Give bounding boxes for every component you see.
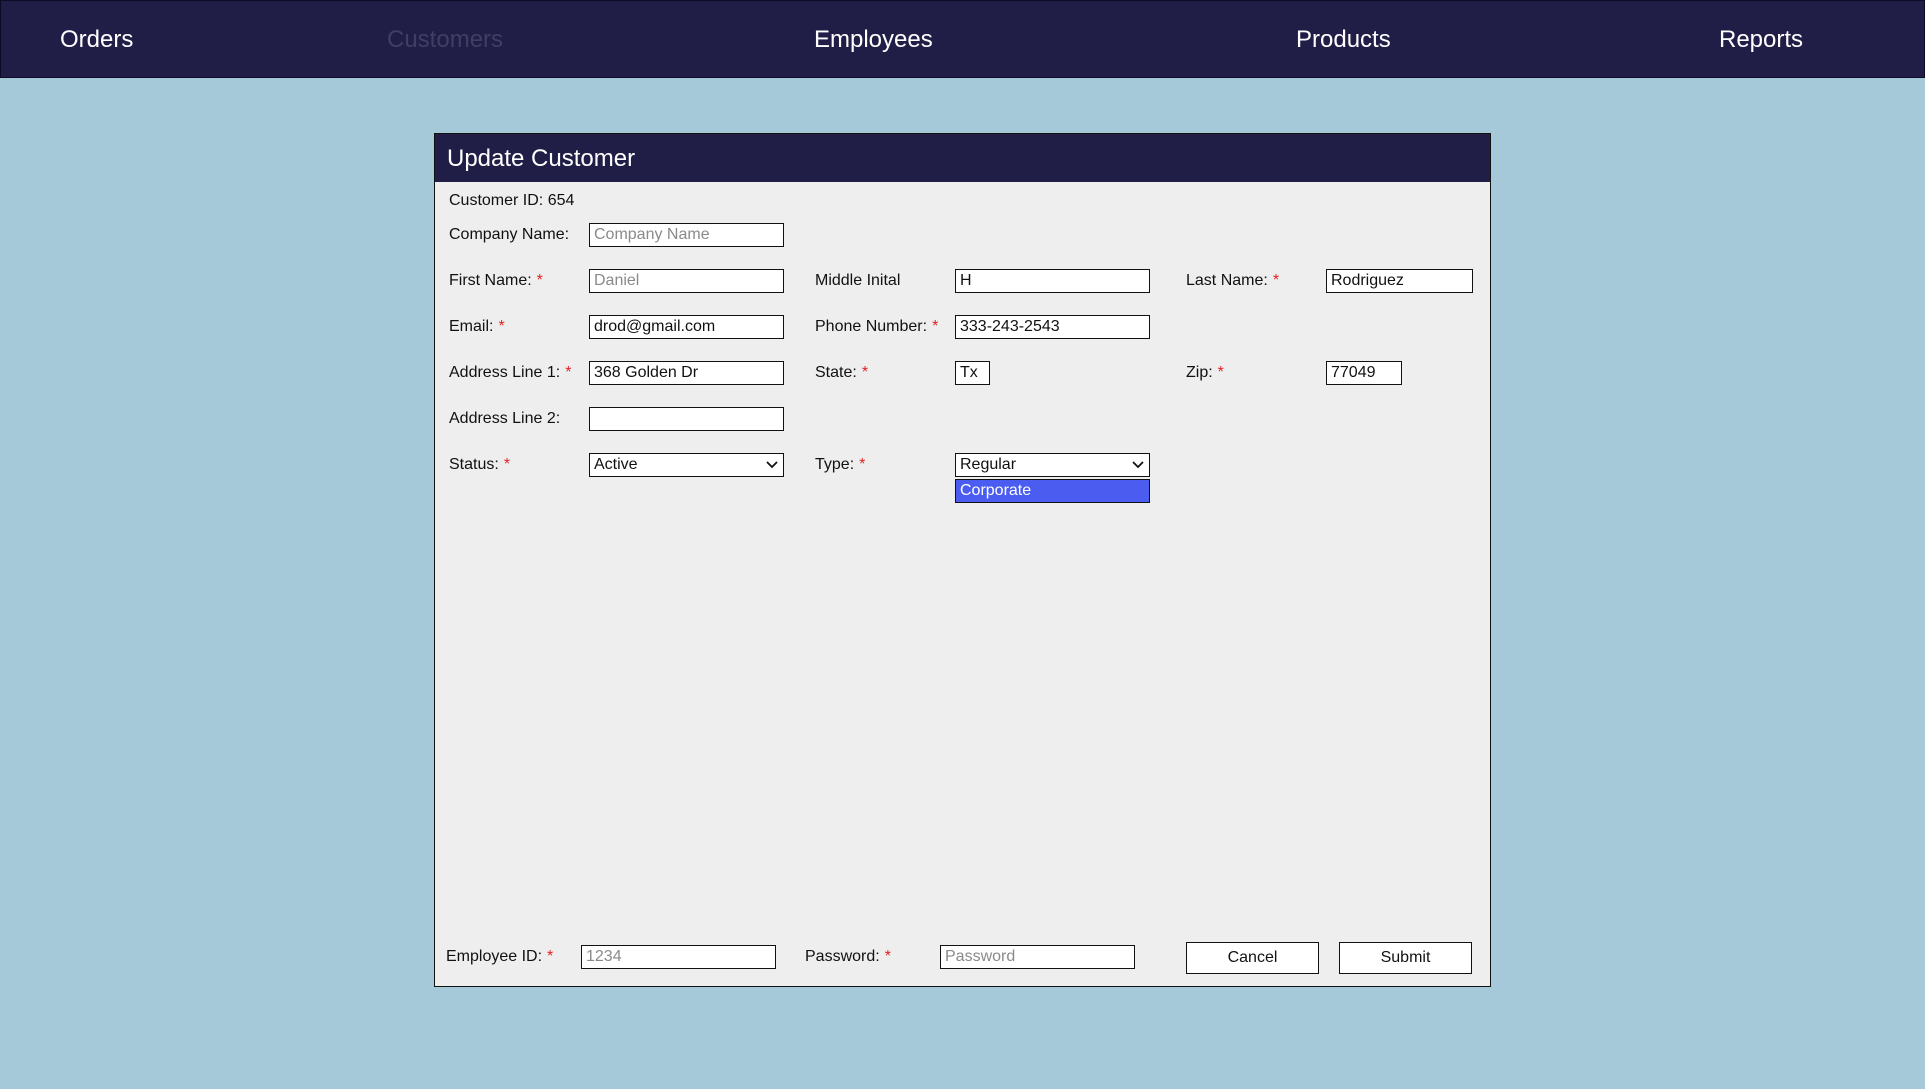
email-input[interactable] <box>589 315 784 339</box>
nav-customers[interactable]: Customers <box>387 1 503 79</box>
nav-reports[interactable]: Reports <box>1719 1 1803 79</box>
email-label: Email: * <box>449 318 505 336</box>
required-marker: * <box>859 456 866 473</box>
address1-label-text: Address Line 1: <box>449 364 561 381</box>
nav-employees[interactable]: Employees <box>814 1 933 79</box>
address2-label: Address Line 2: <box>449 410 561 427</box>
required-marker: * <box>547 948 554 965</box>
status-select[interactable]: Active <box>589 453 784 477</box>
chevron-down-icon <box>766 461 778 469</box>
last-name-label: Last Name: * <box>1186 272 1279 290</box>
middle-initial-input[interactable] <box>955 269 1150 293</box>
required-marker: * <box>565 364 572 381</box>
status-label-text: Status: <box>449 456 499 473</box>
type-label-text: Type: <box>815 456 855 473</box>
address1-label: Address Line 1: * <box>449 364 571 382</box>
phone-input[interactable] <box>955 315 1150 339</box>
email-label-text: Email: <box>449 318 494 335</box>
status-select-value: Active <box>594 456 638 473</box>
nav-orders[interactable]: Orders <box>60 1 133 79</box>
first-name-input[interactable] <box>589 269 784 293</box>
state-label-text: State: <box>815 364 857 381</box>
employee-id-input[interactable] <box>581 945 776 969</box>
top-nav: Orders Customers Employees Products Repo… <box>0 0 1925 78</box>
required-marker: * <box>884 948 891 965</box>
required-marker: * <box>498 318 505 335</box>
phone-label-text: Phone Number: <box>815 318 928 335</box>
status-label: Status: * <box>449 456 510 474</box>
required-marker: * <box>1272 272 1280 289</box>
first-name-label-text: First Name: <box>449 272 532 289</box>
nav-products[interactable]: Products <box>1296 1 1391 79</box>
state-input[interactable] <box>955 361 990 385</box>
submit-button[interactable]: Submit <box>1339 942 1472 974</box>
type-label: Type: * <box>815 456 865 474</box>
company-name-label: Company Name: <box>449 226 570 243</box>
cancel-button[interactable]: Cancel <box>1186 942 1319 974</box>
zip-input[interactable] <box>1326 361 1402 385</box>
chevron-down-icon <box>1132 461 1144 469</box>
update-customer-panel: Update Customer Customer ID: 654 Company… <box>434 133 1491 987</box>
panel-title: Update Customer <box>435 134 1490 182</box>
required-marker: * <box>861 364 869 381</box>
last-name-label-text: Last Name: <box>1186 272 1268 289</box>
first-name-label: First Name: * <box>449 272 543 290</box>
required-marker: * <box>932 318 939 335</box>
type-select-value: Regular <box>960 456 1017 473</box>
password-label-text: Password: <box>805 948 880 965</box>
employee-id-label: Employee ID: * <box>446 948 553 966</box>
state-label: State: * <box>815 364 868 382</box>
employee-id-label-text: Employee ID: <box>446 948 543 965</box>
zip-label-text: Zip: <box>1186 364 1213 381</box>
password-label: Password: * <box>805 948 891 966</box>
type-select[interactable]: Regular <box>955 453 1150 477</box>
middle-initial-label: Middle Inital <box>815 272 901 289</box>
required-marker: * <box>503 456 511 473</box>
address2-input[interactable] <box>589 407 784 431</box>
address1-input[interactable] <box>589 361 784 385</box>
last-name-input[interactable] <box>1326 269 1473 293</box>
company-name-input[interactable] <box>589 223 784 247</box>
password-input[interactable] <box>940 945 1135 969</box>
type-option-corporate[interactable]: Corporate <box>955 479 1150 503</box>
phone-label: Phone Number: * <box>815 318 938 336</box>
required-marker: * <box>1217 364 1224 381</box>
required-marker: * <box>536 272 543 289</box>
customer-id-text: Customer ID: 654 <box>449 192 575 209</box>
zip-label: Zip: * <box>1186 364 1224 382</box>
